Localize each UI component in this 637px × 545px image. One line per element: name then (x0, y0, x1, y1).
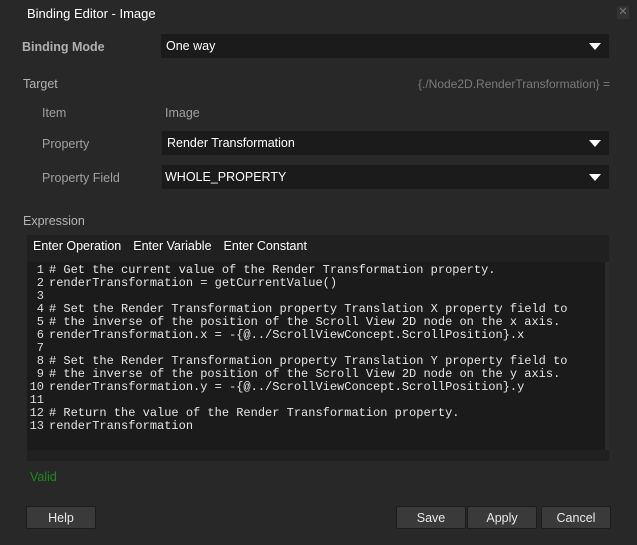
item-value: Image (165, 106, 200, 120)
property-field-value: WHOLE_PROPERTY (165, 170, 287, 184)
line-text: renderTransformation.y = -{@../ScrollVie… (49, 380, 525, 394)
code-line: 10 renderTransformation.y = -{@../ScrollV… (27, 381, 605, 394)
expression-label: Expression (23, 214, 85, 228)
line-text: renderTransformation = getCurrentValue() (49, 276, 338, 290)
target-path-hint: {./Node2D.RenderTransformation} = (418, 77, 610, 91)
binding-mode-value: One way (166, 39, 216, 53)
line-text: renderTransformation.x = -{@../ScrollVie… (49, 328, 525, 342)
code-scrollbar[interactable] (605, 262, 609, 450)
line-number: 13 (29, 419, 44, 433)
expression-toolbar: Enter Operation Enter Variable Enter Con… (27, 235, 319, 257)
validation-status: Valid (30, 470, 57, 484)
property-value: Render Transformation (167, 136, 295, 150)
apply-button[interactable]: Apply (467, 506, 537, 529)
property-field-label: Property Field (42, 171, 120, 185)
code-textarea[interactable]: 1 # Get the current value of the Render T… (27, 262, 605, 450)
chevron-down-icon (589, 43, 601, 50)
code-line: 6 renderTransformation.x = -{@../ScrollVi… (27, 329, 605, 342)
line-text: renderTransformation (49, 419, 194, 433)
binding-mode-select[interactable]: One way (161, 34, 609, 58)
help-button[interactable]: Help (26, 506, 96, 529)
code-line: 2 renderTransformation = getCurrentValue(… (27, 277, 605, 290)
close-icon[interactable]: ✕ (617, 6, 629, 19)
enter-constant-button[interactable]: Enter Constant (224, 239, 307, 253)
chevron-down-icon (589, 174, 601, 181)
cancel-button[interactable]: Cancel (541, 506, 611, 529)
chevron-down-icon (589, 140, 601, 147)
property-label: Property (42, 137, 90, 151)
binding-mode-label: Binding Mode (22, 40, 105, 54)
property-select[interactable]: Render Transformation (162, 131, 609, 155)
item-label: Item (42, 106, 67, 120)
enter-operation-button[interactable]: Enter Operation (33, 239, 121, 253)
save-button[interactable]: Save (396, 506, 466, 529)
property-field-select[interactable]: WHOLE_PROPERTY (162, 165, 609, 189)
expression-editor: Enter Operation Enter Variable Enter Con… (27, 235, 609, 461)
enter-variable-button[interactable]: Enter Variable (133, 239, 211, 253)
code-line: 13 renderTransformation (27, 420, 605, 433)
target-label: Target (23, 77, 58, 91)
window-title: Binding Editor - Image (27, 6, 156, 21)
